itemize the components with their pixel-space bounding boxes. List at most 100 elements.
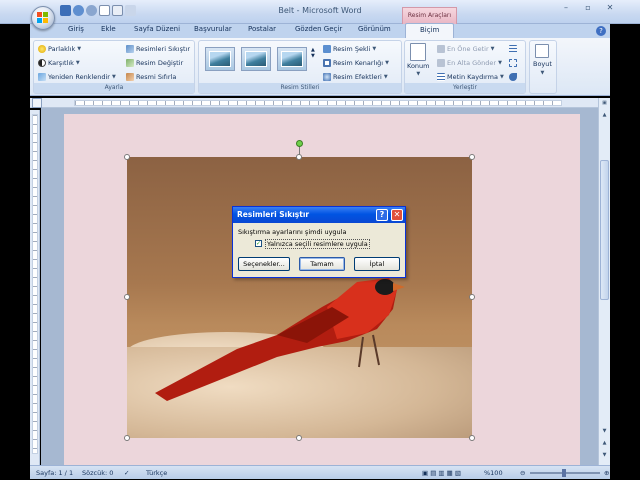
align-icon[interactable] [509, 45, 517, 53]
cardinal-photo[interactable] [127, 157, 472, 438]
resize-handle[interactable] [124, 435, 130, 441]
group-label-resim-stilleri: Resim Stilleri [199, 83, 401, 93]
vertical-scrollbar[interactable]: ▣ ▲ ▼ ▲ ▼ [598, 98, 610, 465]
proofing-icon[interactable]: ✓ [124, 469, 129, 477]
resize-handle[interactable] [469, 294, 475, 300]
window-controls: – ▫ ✕ [560, 3, 616, 12]
resize-handle[interactable] [124, 154, 130, 160]
group-ayarla: Parlaklık ▼ Karşıtlık ▼ Yeniden Renklendir… [33, 40, 195, 94]
minimize-icon[interactable]: – [560, 3, 572, 12]
office-logo-icon [37, 12, 49, 24]
group-objects-icon[interactable] [509, 59, 517, 67]
picture-shape-icon [323, 45, 331, 53]
resize-handle[interactable] [296, 435, 302, 441]
cancel-button[interactable]: İptal [354, 257, 400, 271]
change-picture-button[interactable]: Resim Değiştir [126, 59, 183, 67]
zoom-level[interactable]: %100 [484, 469, 503, 477]
tab-bicim[interactable]: Biçim [405, 23, 455, 38]
recolor-icon [38, 73, 46, 81]
selected-only-label[interactable]: Yalnızca seçili resimlere uygula [265, 239, 370, 249]
picture-style-thumbnail[interactable] [241, 47, 271, 71]
resize-handle[interactable] [469, 435, 475, 441]
close-icon[interactable]: ✕ [604, 3, 616, 12]
vertical-ruler [30, 110, 40, 465]
size-button[interactable]: Boyut ▼ [533, 44, 552, 76]
brightness-icon [38, 45, 46, 53]
title-bar: Belt - Microsoft Word Resim Araçları – ▫… [0, 0, 640, 24]
tab-gorunum[interactable]: Görünüm [358, 25, 391, 33]
picture-shape-button[interactable]: Resim Şekli ▼ [323, 45, 376, 53]
tab-giris[interactable]: Giriş [68, 25, 84, 33]
tab-postalar[interactable]: Postalar [248, 25, 276, 33]
group-label-ayarla: Ayarla [34, 83, 194, 93]
tab-sayfa-duzeni[interactable]: Sayfa Düzeni [134, 25, 180, 33]
change-picture-icon [126, 59, 134, 67]
help-icon[interactable]: ? [596, 26, 606, 36]
scroll-down-icon[interactable]: ▼ [600, 428, 609, 437]
ok-button[interactable]: Tamam [299, 257, 345, 271]
dialog-help-button[interactable]: ? [376, 209, 388, 221]
resize-handle[interactable] [469, 154, 475, 160]
apply-settings-label: Sıkıştırma ayarlarını şimdi uygula [238, 228, 347, 236]
status-bar: Sayfa: 1 / 1 Sözcük: 0 ✓ Türkçe ▣ ▤ ▥ ▦ … [30, 465, 610, 479]
tab-ekle[interactable]: Ekle [101, 25, 116, 33]
picture-tools-context-label: Resim Araçları [402, 7, 457, 24]
picture-border-icon [323, 59, 331, 67]
picture-style-thumbnail[interactable] [277, 47, 307, 71]
next-page-icon[interactable]: ▼ [600, 452, 609, 461]
position-button[interactable]: Konum ▼ [407, 43, 430, 77]
bring-to-front-button[interactable]: En Öne Getir ▼ [437, 45, 495, 53]
resize-handle[interactable] [296, 154, 302, 160]
options-button[interactable]: Seçenekler... [238, 257, 290, 271]
office-button[interactable] [31, 6, 55, 30]
picture-effects-icon [323, 73, 331, 81]
word-count[interactable]: Sözcük: 0 [82, 469, 113, 477]
rotation-handle[interactable] [296, 140, 303, 147]
text-wrapping-button[interactable]: Metin Kaydırma ▼ [437, 73, 504, 81]
tab-basvurular[interactable]: Başvurular [194, 25, 232, 33]
ribbon: Parlaklık ▼ Karşıtlık ▼ Yeniden Renklendir… [0, 38, 640, 96]
recolor-button[interactable]: Yeniden Renklendir ▼ [38, 73, 116, 81]
group-resim-stilleri: ▲ ▼ Resim Şekli ▼ Resim Kenarlığı ▼ Resim E… [198, 40, 402, 94]
picture-style-thumbnail[interactable] [205, 47, 235, 71]
group-boyut: Boyut ▼ [529, 40, 557, 94]
zoom-slider[interactable] [530, 469, 600, 477]
brightness-button[interactable]: Parlaklık ▼ [38, 45, 81, 53]
position-icon [410, 43, 427, 61]
rotate-icon[interactable] [509, 73, 517, 81]
send-to-back-button[interactable]: En Alta Gönder ▼ [437, 59, 502, 67]
picture-effects-button[interactable]: Resim Efektleri ▼ [323, 73, 388, 81]
zoom-in-icon[interactable]: ⊕ [604, 469, 609, 477]
group-label-yerlestir: Yerleştir [405, 83, 525, 93]
scroll-up-icon[interactable]: ▲ [600, 112, 609, 121]
view-ruler-icon[interactable]: ▣ [600, 100, 609, 109]
send-to-back-icon [437, 59, 445, 67]
resize-handle[interactable] [124, 294, 130, 300]
scrollbar-thumb[interactable] [600, 160, 609, 300]
language[interactable]: Türkçe [146, 469, 167, 477]
tab-selector-icon[interactable] [32, 98, 42, 108]
zoom-out-icon[interactable]: ⊖ [520, 469, 525, 477]
reset-picture-icon [126, 73, 134, 81]
size-icon [535, 44, 550, 58]
bring-to-front-icon [437, 45, 445, 53]
restore-icon[interactable]: ▫ [582, 3, 594, 12]
picture-border-button[interactable]: Resim Kenarlığı ▼ [323, 59, 389, 67]
view-buttons[interactable]: ▣ ▤ ▥ ▦ ▧ [422, 469, 461, 477]
contrast-button[interactable]: Karşıtlık ▼ [38, 59, 80, 67]
gallery-scroll-icon[interactable]: ▲ ▼ [311, 47, 315, 59]
tab-gozden-gecir[interactable]: Gözden Geçir [295, 25, 342, 33]
horizontal-ruler [30, 98, 610, 108]
page-count[interactable]: Sayfa: 1 / 1 [36, 469, 73, 477]
cardinal-bird-icon [155, 278, 405, 401]
reset-picture-button[interactable]: Resmi Sıfırla [126, 73, 176, 81]
contrast-icon [38, 59, 46, 67]
dialog-title: Resimleri Sıkıştır ? ✕ [233, 207, 405, 223]
text-wrapping-icon [437, 73, 445, 81]
compress-pictures-icon [126, 45, 134, 53]
dialog-close-button[interactable]: ✕ [391, 209, 403, 221]
window-title: Belt - Microsoft Word [278, 6, 362, 15]
selected-only-checkbox[interactable]: ✓ [255, 240, 262, 247]
compress-pictures-button[interactable]: Resimleri Sıkıştır [126, 45, 190, 53]
previous-page-icon[interactable]: ▲ [600, 440, 609, 449]
